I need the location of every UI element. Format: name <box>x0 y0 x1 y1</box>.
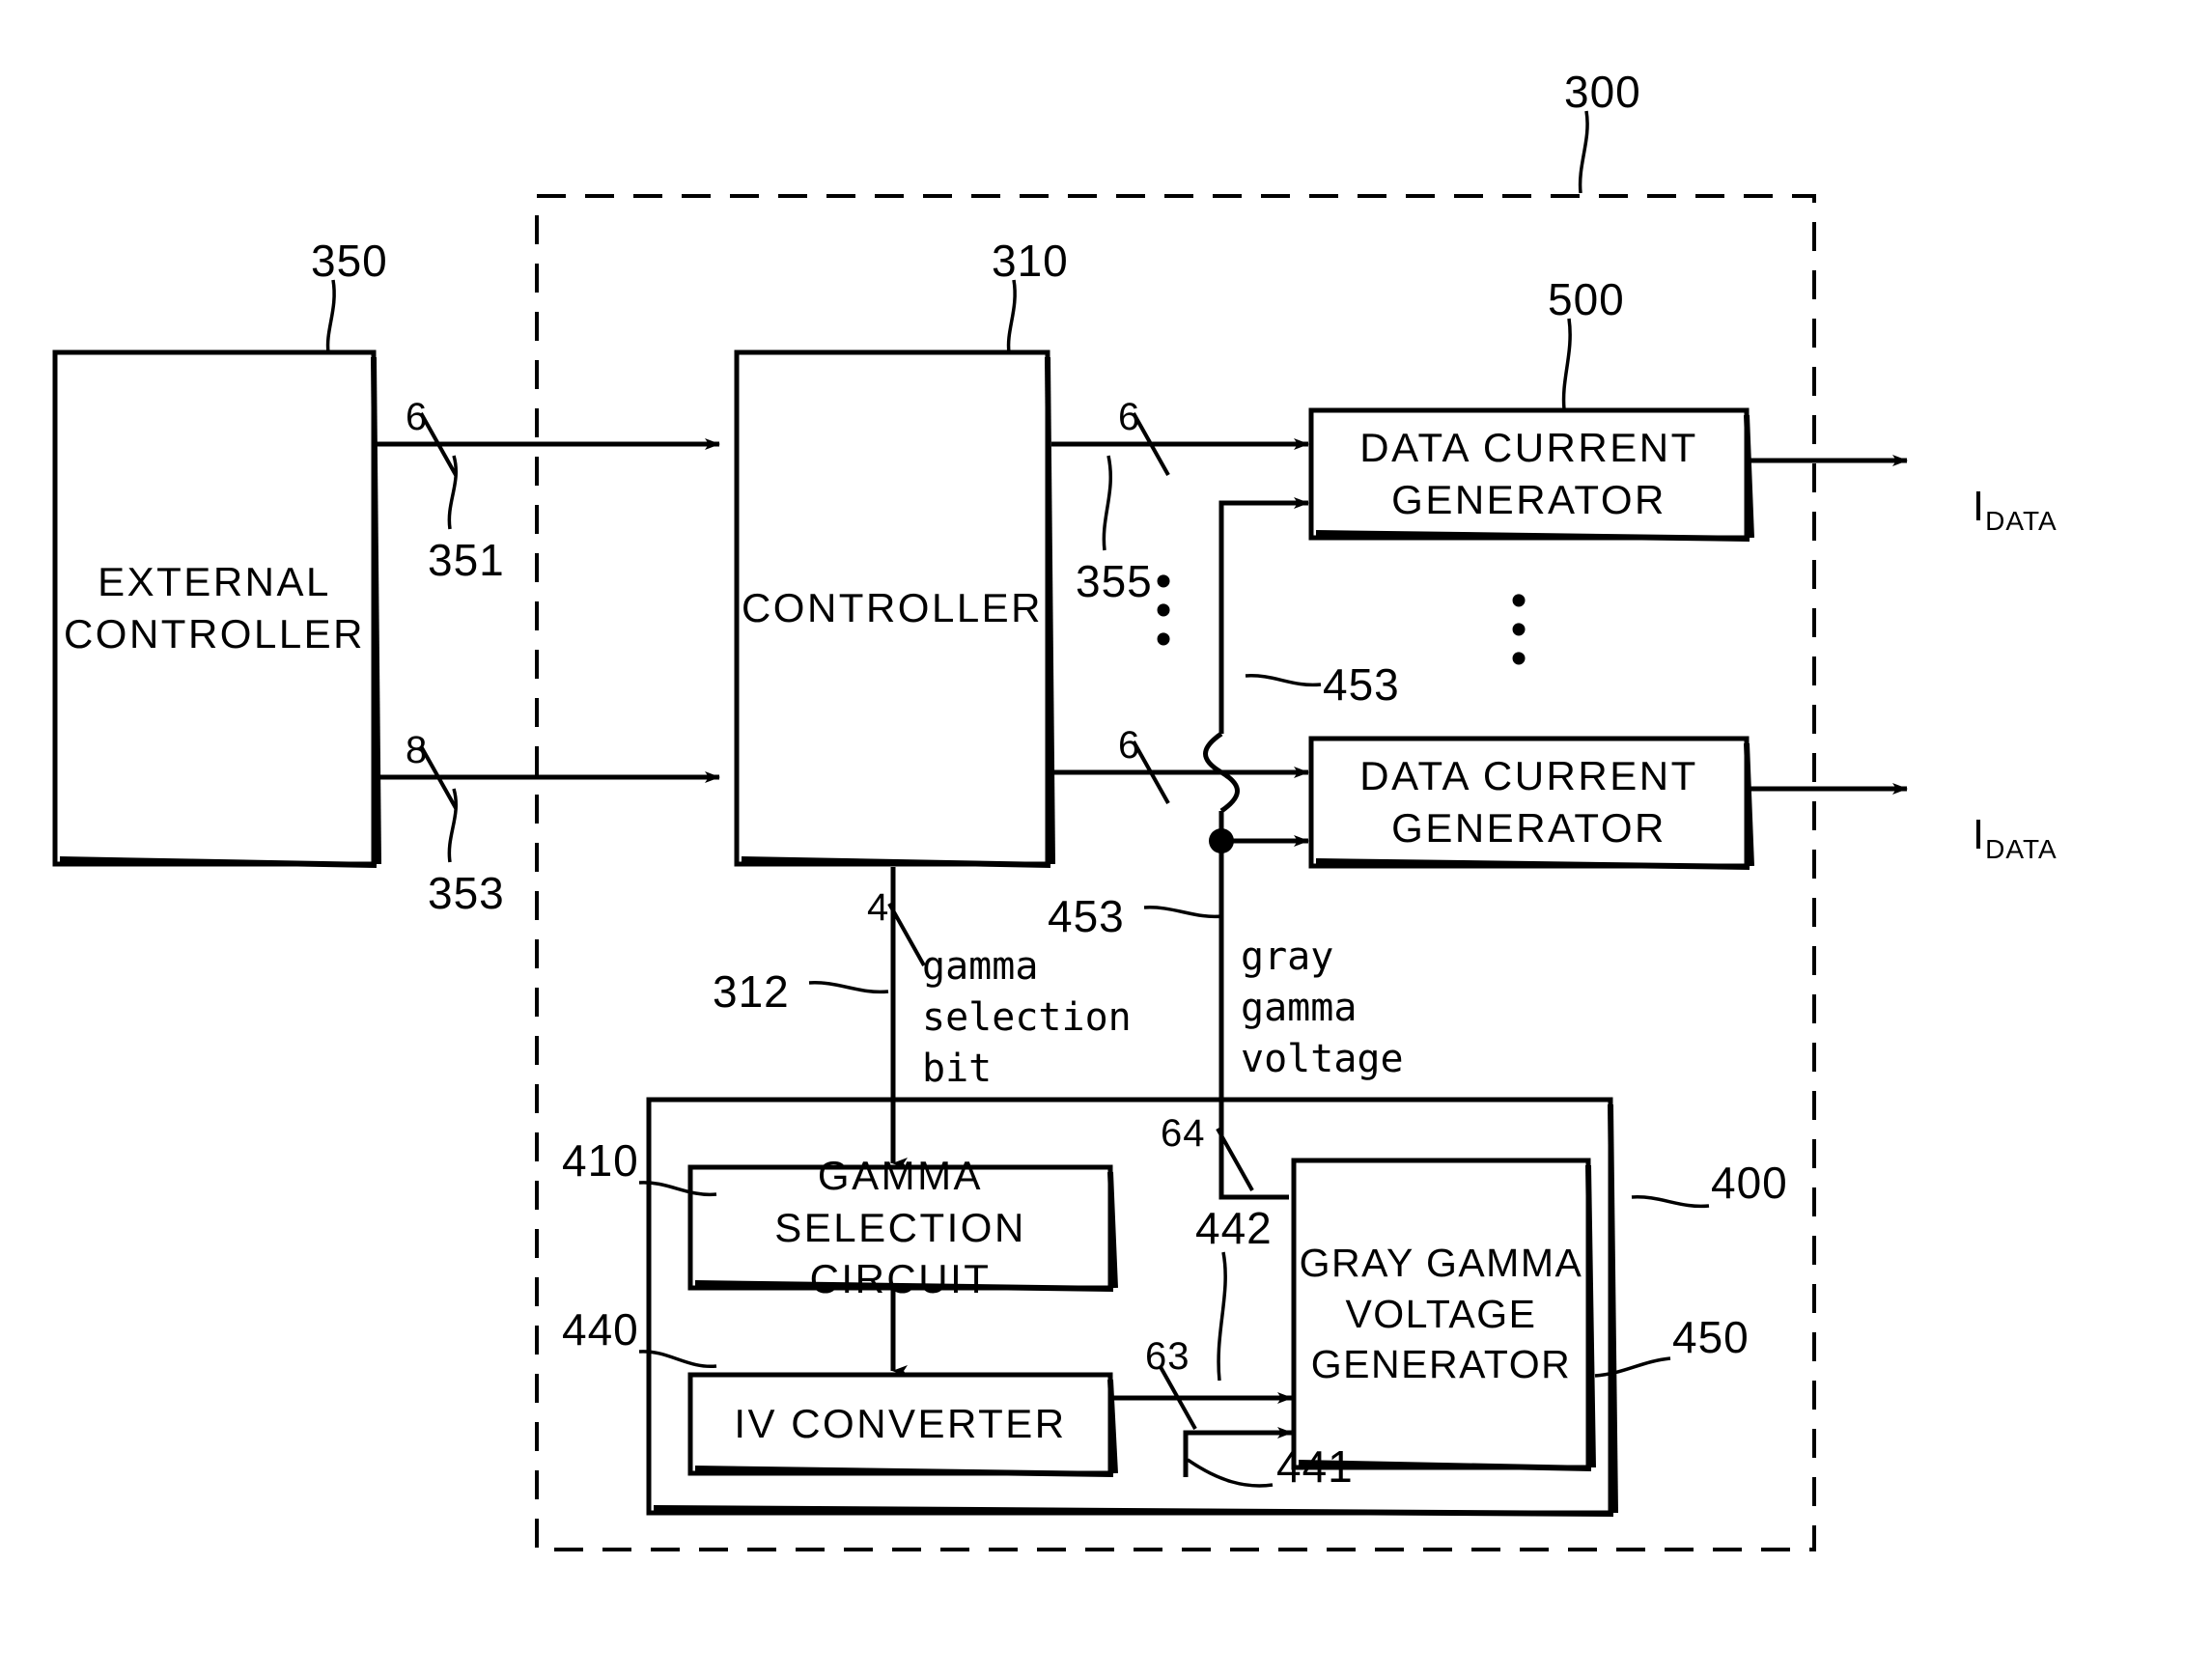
bus-width-8-ec-bottom: 8 <box>406 729 429 771</box>
external-controller-label: EXTERNAL CONTROLLER <box>63 559 366 656</box>
controller-label: CONTROLLER <box>741 585 1044 631</box>
data-current-generator-1-label: DATA CURRENT GENERATOR <box>1359 425 1698 522</box>
ref-450: 450 <box>1672 1312 1750 1362</box>
vertical-ellipsis-right: • • • <box>1510 575 1527 684</box>
idata-output-1-label: IDATA <box>1921 434 2058 585</box>
data-current-generator-2-label: DATA CURRENT GENERATOR <box>1359 753 1698 851</box>
leader-310 <box>1006 279 1017 353</box>
leader-300 <box>1578 110 1589 194</box>
idata-symbol-2: I <box>1972 811 1986 858</box>
vertical-ellipsis-left: • • • <box>1155 556 1172 665</box>
gray-gamma-voltage-label: gray gamma voltage <box>1241 935 1404 1081</box>
ref-440: 440 <box>562 1304 639 1355</box>
bus-width-6-ctrl-bottom: 6 <box>1118 724 1141 767</box>
leader-312 <box>808 981 889 994</box>
ref-442: 442 <box>1195 1203 1273 1253</box>
leader-500 <box>1561 318 1572 410</box>
ref-500: 500 <box>1548 274 1625 324</box>
ref-351: 351 <box>428 535 505 585</box>
leader-450 <box>1594 1356 1671 1378</box>
leader-350 <box>325 279 336 353</box>
patent-figure-canvas: 350 351 353 310 355 500 300 453 453 312 … <box>0 0 2212 1676</box>
ref-453-top: 453 <box>1323 659 1400 710</box>
gray-gamma-input-dcg1 <box>1218 497 1309 512</box>
bus-width-64-gray-gamma: 64 <box>1161 1112 1206 1155</box>
ref-410: 410 <box>562 1135 639 1186</box>
ref-355: 355 <box>1076 556 1153 606</box>
bus-width-63-ivc-out: 63 <box>1145 1335 1190 1378</box>
bus-355 <box>1051 412 1309 476</box>
leader-453-bottom <box>1143 906 1223 919</box>
ref-312: 312 <box>713 966 790 1017</box>
gamma-selection-circuit-label: GAMMA SELECTION CIRCUIT <box>774 1152 1026 1302</box>
bus-width-6-ec-top: 6 <box>406 396 429 438</box>
leader-355 <box>1102 455 1112 551</box>
idata-symbol-1: I <box>1972 483 1986 530</box>
ref-300: 300 <box>1564 67 1641 117</box>
ref-350: 350 <box>311 236 388 286</box>
ref-453-bottom: 453 <box>1048 891 1125 941</box>
leader-441 <box>1187 1458 1274 1488</box>
idata-output-2-label: IDATA <box>1921 763 2058 913</box>
bus-442-63bit <box>1112 1366 1293 1430</box>
idata-subscript-2: DATA <box>1985 833 2058 864</box>
gamma-selection-bit-label: gamma selection bit <box>922 944 1132 1091</box>
leader-400 <box>1631 1195 1710 1209</box>
ref-400: 400 <box>1711 1158 1788 1208</box>
iv-converter-label: IV CONVERTER <box>734 1401 1067 1447</box>
bus-width-4-gamma-sel: 4 <box>867 886 890 929</box>
ref-353: 353 <box>428 868 505 918</box>
leader-442 <box>1217 1251 1227 1382</box>
bus-controller-to-dcg2 <box>1051 740 1309 804</box>
ref-310: 310 <box>992 236 1069 286</box>
bus-312-gamma-selection-bit <box>887 867 926 1169</box>
idata-subscript-1: DATA <box>1985 505 2058 536</box>
leader-453-top <box>1245 674 1322 687</box>
gray-gamma-voltage-generator-label: GRAY GAMMA VOLTAGE GENERATOR <box>1299 1241 1583 1387</box>
bus-width-6-ctrl-top: 6 <box>1118 396 1141 438</box>
